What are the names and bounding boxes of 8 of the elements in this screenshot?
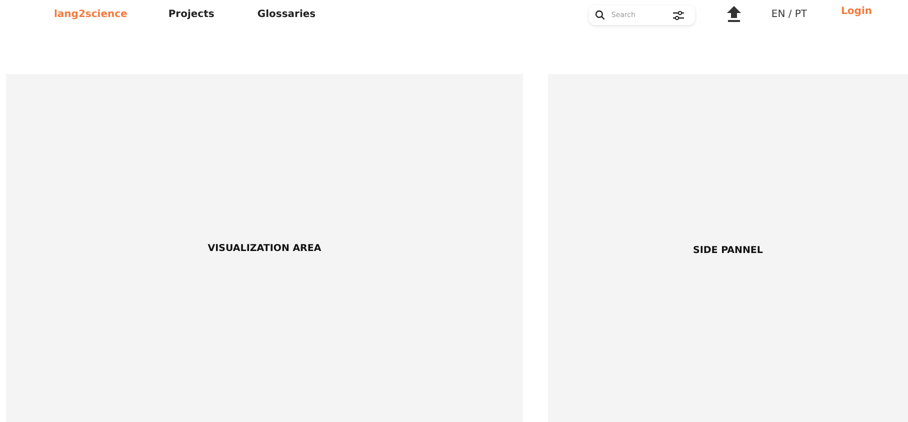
language-link[interactable]: EN / PT (771, 8, 808, 20)
upload-icon[interactable] (727, 6, 742, 22)
panel-label: SIDE PANNEL (693, 245, 763, 256)
nav-link[interactable]: Glossaries (257, 8, 316, 20)
filter-icon[interactable] (673, 10, 684, 20)
search-icon (595, 10, 606, 20)
nav-link[interactable]: Projects (168, 8, 214, 20)
panel-label: VISUALIZATION AREA (208, 242, 322, 254)
